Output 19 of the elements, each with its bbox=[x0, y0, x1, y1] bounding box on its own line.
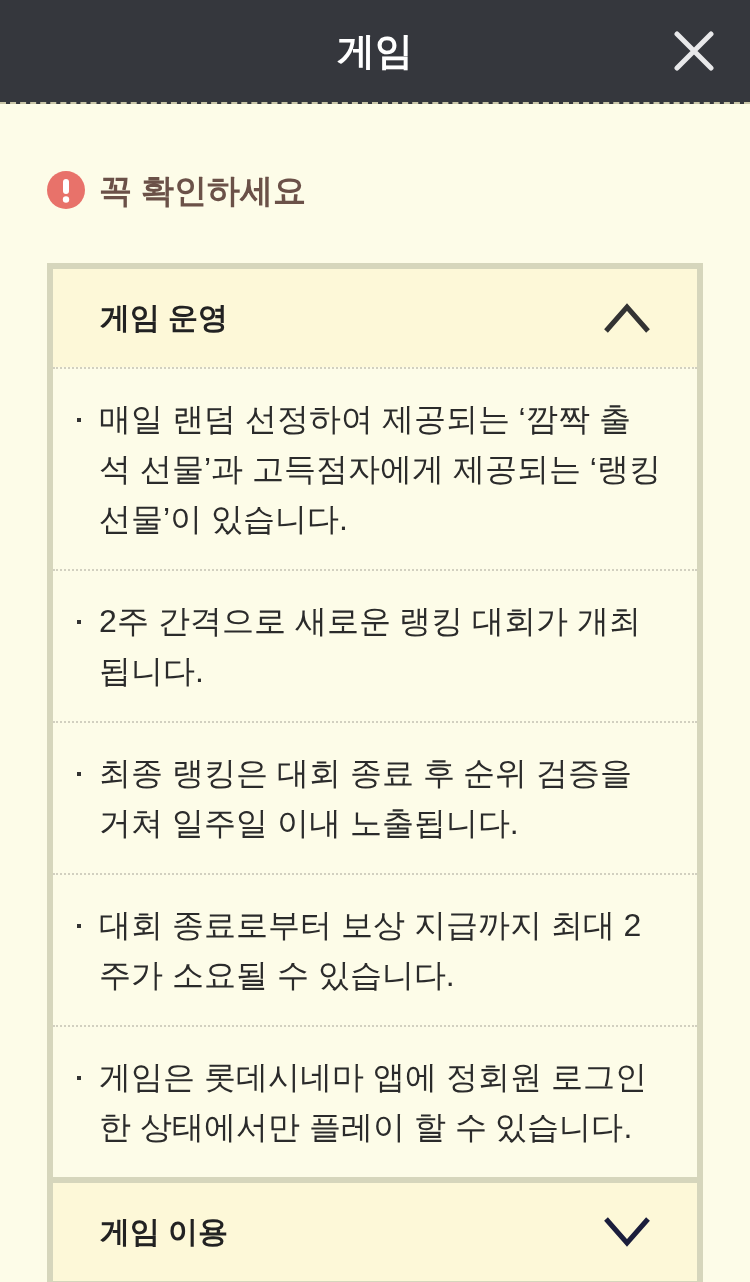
close-icon bbox=[674, 31, 714, 71]
bullet-icon bbox=[77, 418, 81, 422]
notice-text: 2주 간격으로 새로운 랭킹 대회가 개최됩니다. bbox=[99, 602, 643, 691]
chevron-down-icon bbox=[603, 1217, 651, 1247]
section-header[interactable]: 게임 이용 bbox=[53, 1183, 697, 1281]
bullet-icon bbox=[77, 620, 81, 624]
alert-icon bbox=[47, 171, 85, 209]
notice-text: 게임은 롯데시네마 앱에 정회원 로그인 한 상태에서만 플레이 할 수 있습니다. bbox=[99, 1058, 648, 1147]
chevron-up-icon bbox=[603, 303, 651, 333]
notice-text: 대회 종료로부터 보상 지급까지 최대 2주가 소요될 수 있습니다. bbox=[99, 906, 643, 995]
notice-text: 매일 랜덤 선정하여 제공되는 ‘깜짝 출석 선물’과 고득점자에게 제공되는 ‘랭킹 선물’이 있습니다. bbox=[99, 400, 661, 539]
window-title: 게임 bbox=[337, 32, 413, 70]
notice-text: 최종 랭킹은 대회 종료 후 순위 검증을 거쳐 일주일 이내 노출됩니다. bbox=[99, 754, 634, 843]
close-button[interactable] bbox=[672, 29, 716, 73]
section-header[interactable]: 게임 운영 bbox=[53, 269, 697, 367]
bullet-icon bbox=[77, 924, 81, 928]
notice-title: 꼭 확인하세요 bbox=[99, 173, 307, 207]
bullet-icon bbox=[77, 1076, 81, 1080]
bullet-icon bbox=[77, 772, 81, 776]
